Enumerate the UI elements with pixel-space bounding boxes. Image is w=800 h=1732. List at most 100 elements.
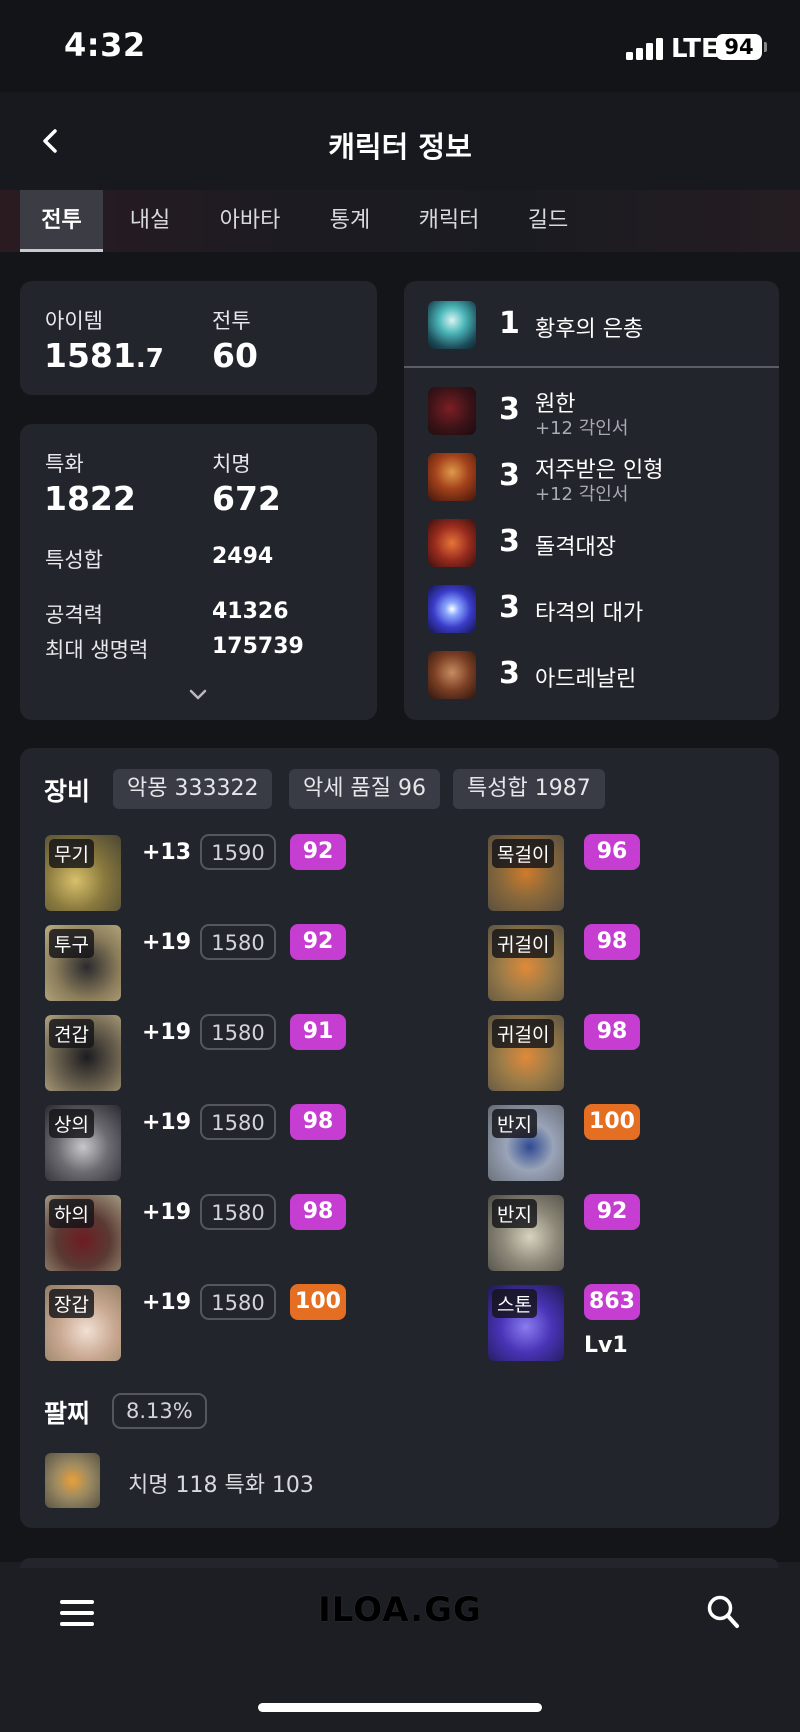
quality-badge: 92 [290,834,346,870]
expand-chevron-down-icon[interactable] [188,687,208,701]
accessory-quality-chip: 악세 품질 96 [289,769,440,809]
item-level-badge: 1580 [200,924,276,960]
adrenaline-icon [428,651,476,699]
status-time: 4:32 [64,26,146,64]
item-level-badge: 1580 [200,1284,276,1320]
engraving-name: 돌격대장 [535,535,616,560]
crit-value: 672 [212,479,281,518]
quality-badge: 98 [290,1194,346,1230]
item-level-value: 1581.7 [44,336,164,375]
gloves-icon[interactable]: 장갑 [45,1285,121,1361]
quality-badge: 98 [584,1014,640,1050]
engraving-name: 아드레날린 [535,667,637,692]
slot-label: 투구 [49,929,94,958]
honing-level: +13 [142,840,192,865]
item-level-badge: 1580 [200,1014,276,1050]
weapon-icon[interactable]: 무기 [45,835,121,911]
engraving-level: 3 [499,458,520,493]
spec-value: 1822 [44,479,136,518]
crit-label: 치명 [212,452,251,476]
honing-level: +19 [142,1200,192,1225]
slot-label: 스톤 [492,1289,537,1318]
shoulders-icon[interactable]: 견갑 [45,1015,121,1091]
tab-character[interactable]: 캐릭터 [402,190,496,252]
item-level-label: 아이템 [45,309,103,333]
quality-badge: 100 [290,1284,346,1320]
stone-level: Lv1 [584,1333,628,1358]
next-card-peek [20,1558,779,1568]
battery-icon: 94 [716,34,762,60]
hit-master-icon [428,585,476,633]
engraving-divider [404,366,779,368]
empress-grace-icon [428,301,476,349]
engraving-level: 3 [499,392,520,427]
brand-logo[interactable]: ILOA.GG [0,1590,800,1630]
tab-guild[interactable]: 길드 [512,190,584,252]
earring-icon[interactable]: 귀걸이 [488,925,564,1001]
item-level-badge: 1580 [200,1194,276,1230]
item-level-badge: 1580 [200,1104,276,1140]
helmet-icon[interactable]: 투구 [45,925,121,1001]
stat-sum-chip: 특성합 1987 [453,769,605,809]
bracelet-icon[interactable] [45,1453,100,1508]
honing-level: +19 [142,1290,192,1315]
attack-label: 공격력 [45,603,103,627]
slot-label: 반지 [492,1109,537,1138]
spec-label: 특화 [45,452,84,476]
engraving-level: 3 [499,524,520,559]
battery-tip [764,42,767,52]
quality-badge: 96 [584,834,640,870]
tab-combat[interactable]: 전투 [20,190,103,252]
slot-label: 목걸이 [492,839,555,868]
quality-badge: 92 [584,1194,640,1230]
tab-avatar[interactable]: 아바타 [204,190,296,252]
ring-icon[interactable]: 반지 [488,1195,564,1271]
max-hp-value: 175739 [212,634,304,659]
slot-label: 상의 [49,1109,94,1138]
quality-badge: 100 [584,1104,640,1140]
search-icon[interactable] [706,1594,740,1632]
engraving-book-label: +12 각인서 [535,418,629,439]
home-indicator [258,1703,542,1712]
slot-label: 하의 [49,1199,94,1228]
engraving-level: 1 [499,306,520,341]
earring-icon[interactable]: 귀걸이 [488,1015,564,1091]
slot-label: 반지 [492,1199,537,1228]
quality-badge: 863 [584,1284,640,1320]
network-label: LTE [671,34,719,64]
engraving-name: 황후의 은총 [535,317,644,342]
stat-sum-label: 특성합 [45,548,103,572]
item-level-badge: 1590 [200,834,276,870]
slot-label: 무기 [49,839,94,868]
page-title: 캐릭터 정보 [328,130,472,164]
honing-level: +19 [142,930,192,955]
bracelet-percent-badge: 8.13% [112,1393,207,1429]
engraving-level: 3 [499,590,520,625]
slot-label: 장갑 [49,1289,94,1318]
slot-label: 견갑 [49,1019,94,1048]
quality-badge: 91 [290,1014,346,1050]
engraving-name: 타격의 대가 [535,601,644,626]
stat-sum-value: 2494 [212,544,274,569]
engraving-book-label: +12 각인서 [535,484,629,505]
necklace-icon[interactable]: 목걸이 [488,835,564,911]
bracelet-stats: 치명 118 특화 103 [128,1473,314,1498]
slot-label: 귀걸이 [492,1019,555,1048]
tab-roster[interactable]: 내실 [112,190,188,252]
quality-badge: 98 [290,1104,346,1140]
bracelet-title: 팔찌 [44,1399,91,1428]
chest-icon[interactable]: 상의 [45,1105,121,1181]
attack-value: 41326 [212,599,289,624]
ring-icon[interactable]: 반지 [488,1105,564,1181]
max-hp-label: 최대 생명력 [45,638,149,662]
pants-icon[interactable]: 하의 [45,1195,121,1271]
engraving-level: 3 [499,656,520,691]
honing-level: +19 [142,1020,192,1045]
equipment-title: 장비 [44,777,91,806]
cursed-doll-icon [428,453,476,501]
raid-captain-icon [428,519,476,567]
tab-statistics[interactable]: 통계 [314,190,386,252]
ability-stone-icon[interactable]: 스톤 [488,1285,564,1361]
slot-label: 귀걸이 [492,929,555,958]
combat-level-label: 전투 [212,309,251,333]
